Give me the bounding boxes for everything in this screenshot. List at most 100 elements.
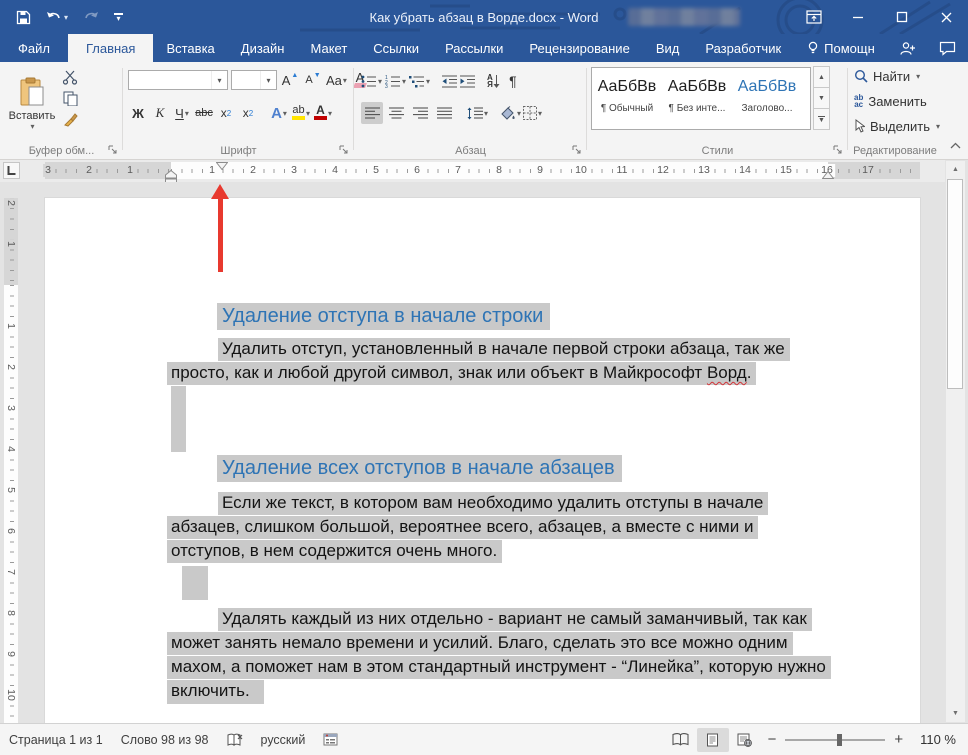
align-center-button[interactable] bbox=[385, 102, 407, 124]
first-line-indent-marker[interactable] bbox=[216, 162, 228, 170]
horizontal-ruler[interactable]: 321 1 2 3 4 5 6 7 8 9 10 11 12 13 14 15 16 17 bbox=[22, 162, 942, 185]
title-bar: ▾ ▾ Как убрать абзац в Ворде.docx - Word bbox=[0, 0, 968, 34]
zoom-out-button[interactable]: − bbox=[761, 731, 784, 748]
font-name-combobox[interactable]: ▾ bbox=[128, 70, 228, 90]
styles-gallery-scroll: ▲ ▼ ▼ bbox=[813, 66, 830, 130]
ruler-number: 9 bbox=[535, 164, 545, 177]
copy-button[interactable] bbox=[62, 91, 78, 106]
italic-button[interactable]: К bbox=[150, 102, 170, 124]
line-spacing-button[interactable]: ▾ bbox=[467, 107, 488, 120]
align-right-button[interactable] bbox=[409, 102, 431, 124]
scroll-down-button[interactable]: ▼ bbox=[946, 705, 965, 722]
shrink-font-button[interactable]: A ▼ bbox=[303, 69, 323, 91]
zoom-slider-thumb[interactable] bbox=[837, 733, 843, 746]
replace-button[interactable]: ab ac Заменить bbox=[854, 90, 940, 112]
tab-developer[interactable]: Разработчик bbox=[692, 34, 794, 62]
select-button[interactable]: Выделить ▾ bbox=[854, 115, 940, 137]
change-case-button[interactable]: Aa ▾ bbox=[326, 69, 347, 91]
bullets-icon bbox=[361, 75, 376, 87]
collapse-ribbon-button[interactable] bbox=[950, 136, 961, 154]
zoom-percentage[interactable]: 110 % bbox=[910, 732, 968, 747]
font-color-button[interactable]: A ▾ bbox=[313, 102, 333, 124]
vertical-scrollbar[interactable]: ▲ ▼ bbox=[945, 161, 965, 722]
tab-references[interactable]: Ссылки bbox=[360, 34, 432, 62]
zoom-in-button[interactable]: + bbox=[887, 731, 910, 748]
status-language[interactable]: русский bbox=[252, 733, 315, 747]
save-button[interactable] bbox=[16, 10, 31, 25]
sort-button[interactable]: АЯ bbox=[487, 74, 500, 89]
clipboard-dialog-launcher[interactable] bbox=[107, 144, 119, 156]
status-word-count[interactable]: Слово 98 из 98 bbox=[112, 733, 218, 747]
bullets-button[interactable]: ▾ bbox=[361, 75, 382, 88]
view-print-layout-button[interactable] bbox=[696, 727, 729, 752]
status-proofing-button[interactable] bbox=[218, 733, 252, 747]
close-button[interactable] bbox=[924, 0, 968, 34]
superscript-button[interactable]: x2 bbox=[238, 102, 258, 124]
ribbon: Вставить ▾ Буфер обм... ▾ ▾ A ▲ A ▼ Aa ▾… bbox=[0, 62, 968, 160]
shading-button[interactable]: ▾ bbox=[500, 106, 521, 120]
style-heading1[interactable]: АаБбВв Заголово... bbox=[732, 68, 802, 129]
undo-button[interactable]: ▾ bbox=[46, 10, 68, 24]
cut-button[interactable] bbox=[62, 70, 78, 85]
strikethrough-button[interactable]: abc bbox=[194, 102, 214, 124]
scrollbar-thumb[interactable] bbox=[947, 179, 963, 389]
status-macro-button[interactable] bbox=[314, 733, 347, 746]
grow-font-button[interactable]: A ▲ bbox=[280, 69, 300, 91]
paste-button[interactable]: Вставить ▾ bbox=[6, 68, 58, 140]
underline-button[interactable]: Ч ▾ bbox=[172, 102, 192, 124]
tab-insert[interactable]: Вставка bbox=[153, 34, 227, 62]
find-button[interactable]: Найти ▾ bbox=[854, 65, 940, 87]
paragraph-dialog-launcher[interactable] bbox=[571, 144, 583, 156]
bold-button[interactable]: Ж bbox=[128, 102, 148, 124]
highlight-button[interactable]: ab ▾ bbox=[291, 102, 311, 124]
comments-button[interactable] bbox=[928, 34, 968, 62]
tab-tell-me[interactable]: Помощн bbox=[794, 34, 888, 62]
document-heading: Удаление отступа в начале строки bbox=[217, 303, 551, 330]
ruler-number: 7 bbox=[5, 567, 17, 577]
styles-scroll-up-button[interactable]: ▲ bbox=[813, 66, 830, 88]
zoom-slider[interactable] bbox=[785, 733, 886, 746]
tab-stop-selector[interactable] bbox=[3, 162, 20, 179]
view-web-layout-button[interactable] bbox=[729, 728, 761, 752]
tab-home[interactable]: Главная bbox=[67, 34, 154, 62]
style-no-spacing[interactable]: АаБбВв ¶ Без инте... bbox=[662, 68, 732, 129]
styles-scroll-down-button[interactable]: ▼ bbox=[813, 87, 830, 109]
redo-button[interactable] bbox=[83, 10, 99, 24]
status-page-count[interactable]: Страница 1 из 1 bbox=[0, 733, 112, 747]
view-read-mode-button[interactable] bbox=[665, 728, 697, 752]
tab-file[interactable]: Файл bbox=[0, 34, 68, 62]
align-left-button[interactable] bbox=[361, 102, 383, 124]
tab-review[interactable]: Рецензирование bbox=[516, 34, 642, 62]
justify-button[interactable] bbox=[433, 102, 455, 124]
tab-mailings[interactable]: Рассылки bbox=[432, 34, 516, 62]
increase-indent-button[interactable] bbox=[460, 75, 476, 88]
tab-design[interactable]: Дизайн bbox=[228, 34, 298, 62]
font-dialog-launcher[interactable] bbox=[338, 144, 350, 156]
ribbon-display-options-button[interactable] bbox=[792, 0, 836, 34]
subscript-button[interactable]: x2 bbox=[216, 102, 236, 124]
group-divider bbox=[847, 68, 848, 150]
multilevel-list-button[interactable]: ▾ bbox=[409, 75, 430, 88]
decrease-indent-button[interactable] bbox=[442, 75, 458, 88]
right-indent-marker[interactable] bbox=[822, 171, 834, 179]
styles-more-button[interactable]: ▼ bbox=[813, 108, 830, 130]
font-size-combobox[interactable]: ▾ bbox=[231, 70, 277, 90]
share-button[interactable] bbox=[888, 34, 928, 62]
ruler-number: 2 bbox=[5, 198, 17, 208]
show-marks-button[interactable]: ¶ bbox=[503, 70, 523, 92]
style-normal[interactable]: АаБбВв ¶ Обычный bbox=[592, 68, 662, 129]
document-page[interactable]: Удаление отступа в начале строки Удалить… bbox=[45, 198, 920, 723]
minimize-button[interactable] bbox=[836, 0, 880, 34]
text-effects-button[interactable]: A ▾ bbox=[269, 102, 289, 124]
numbering-button[interactable]: 123 ▾ bbox=[385, 75, 406, 88]
vertical-ruler[interactable]: 2 1 1 2 3 4 5 6 7 8 9 10 bbox=[4, 198, 18, 723]
scroll-up-button[interactable]: ▲ bbox=[946, 161, 965, 178]
format-painter-button[interactable] bbox=[62, 112, 78, 127]
tab-layout[interactable]: Макет bbox=[297, 34, 360, 62]
borders-button[interactable]: ▾ bbox=[523, 106, 542, 120]
tab-view[interactable]: Вид bbox=[643, 34, 693, 62]
multilevel-list-icon bbox=[409, 75, 425, 87]
customize-quick-access-button[interactable]: ▾ bbox=[114, 12, 124, 22]
maximize-button[interactable] bbox=[880, 0, 924, 34]
styles-dialog-launcher[interactable] bbox=[832, 144, 844, 156]
